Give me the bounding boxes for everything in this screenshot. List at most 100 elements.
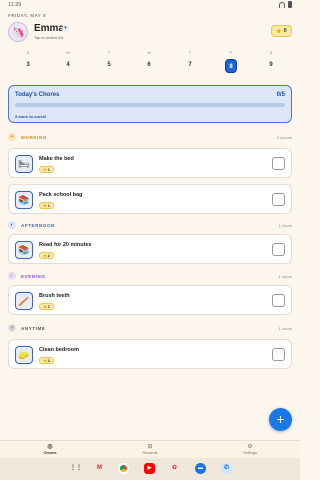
day-letter: S xyxy=(26,50,30,55)
section-count: 1 chore xyxy=(278,223,292,228)
day-number: 5 xyxy=(107,62,111,68)
points-value: 2 xyxy=(47,253,50,258)
chore-card[interactable]: 📚 Pack school bag ★ 1 xyxy=(8,184,292,214)
day-letter: T xyxy=(188,50,192,55)
day-number: 7 xyxy=(188,62,192,68)
chore-points: ★ 1 xyxy=(39,166,54,173)
afternoon-sun-icon: ◐ xyxy=(8,221,16,229)
gear-icon: ⚙ xyxy=(247,444,253,450)
section-anytime: ◷ ANYTIME 1 chore xyxy=(8,324,292,334)
day-letter: M xyxy=(66,50,70,55)
app-drawer-icon[interactable]: ⋮⋮ xyxy=(70,463,82,474)
chore-card[interactable]: 🪥 Brush teeth ★ 1 xyxy=(8,285,292,315)
day-fri-selected[interactable]: F8 xyxy=(224,50,238,74)
today-count: 0/5 xyxy=(276,92,285,98)
today-progress-bar xyxy=(15,103,285,107)
chore-card[interactable]: 🧽 Clean bedroom ★ 3 xyxy=(8,339,292,369)
date-line: FRIDAY, MAY 8 xyxy=(8,13,47,18)
chore-card[interactable]: 📚 Read for 20 minutes ★ 2 xyxy=(8,234,292,264)
day-letter: F xyxy=(229,50,233,55)
star-icon: ★ xyxy=(43,203,47,208)
chore-card[interactable]: 🛏 Make the bed ★ 1 xyxy=(8,148,292,178)
section-count: 1 chore xyxy=(278,326,292,331)
day-number: 8 xyxy=(225,59,237,73)
day-number: 9 xyxy=(269,62,273,68)
nav-rewards[interactable]: ⊞ Rewards xyxy=(130,443,170,455)
kid-name[interactable]: Emma xyxy=(34,23,64,34)
section-label: AFTERNOON xyxy=(21,223,55,228)
add-chore-button[interactable]: + xyxy=(269,408,292,431)
today-more-text: 5 more to crush! xyxy=(15,114,47,119)
chore-checkbox[interactable] xyxy=(272,243,285,256)
star-icon: ★ xyxy=(43,253,47,258)
section-evening: ☾ EVENING 1 chore xyxy=(8,272,292,282)
chevron-down-icon[interactable]: ▾ xyxy=(62,25,69,32)
chore-checkbox[interactable] xyxy=(272,157,285,170)
star-count: 0 xyxy=(283,28,287,34)
chore-points: ★ 1 xyxy=(39,202,54,209)
nav-label: Rewards xyxy=(142,451,158,455)
sponge-icon: 🧽 xyxy=(15,346,33,364)
phone-icon[interactable]: ✆ xyxy=(221,463,232,474)
day-number: 3 xyxy=(26,62,30,68)
chore-points: ★ 2 xyxy=(39,252,54,259)
day-thu[interactable]: T7 xyxy=(183,50,197,74)
nav-settings[interactable]: ⚙ Settings xyxy=(230,443,270,455)
chore-name: Make the bed xyxy=(39,156,74,162)
avatar[interactable]: 🦄 xyxy=(8,22,28,42)
chore-checkbox[interactable] xyxy=(272,348,285,361)
section-morning: ☀ MORNING 2 chores xyxy=(8,133,292,143)
chrome-icon[interactable] xyxy=(118,463,129,474)
system-dock: ⋮⋮ M ▶ ✿ ▬ ✆ xyxy=(0,458,300,480)
section-label: EVENING xyxy=(21,274,46,279)
moon-icon: ☾ xyxy=(8,272,16,280)
star-icon: ★ xyxy=(276,28,282,35)
star-balance[interactable]: ★ 0 xyxy=(271,25,292,37)
chore-name: Brush teeth xyxy=(39,293,70,299)
nav-label: Chores xyxy=(43,451,57,455)
day-letter: S xyxy=(269,50,273,55)
week-strip: S3 M4 T5 W6 T7 F8 S9 xyxy=(8,50,292,76)
gmail-icon[interactable]: M xyxy=(94,463,105,474)
bed-icon: 🛏 xyxy=(15,155,33,173)
section-label: ANYTIME xyxy=(21,326,46,331)
chore-points: ★ 3 xyxy=(39,357,54,364)
photos-icon[interactable]: ✿ xyxy=(169,463,180,474)
chore-name: Pack school bag xyxy=(39,192,83,198)
star-icon: ★ xyxy=(43,358,47,363)
points-value: 3 xyxy=(47,358,50,363)
section-afternoon: ◐ AFTERNOON 1 chore xyxy=(8,221,292,231)
youtube-icon[interactable]: ▶ xyxy=(144,463,155,474)
profile-header[interactable]: 🦄 Emma ▾ Tap to switch kid ★ 0 xyxy=(8,22,292,46)
books-icon: 📚 xyxy=(15,191,33,209)
switch-kid-hint: Tap to switch kid xyxy=(34,35,64,40)
day-sat[interactable]: S9 xyxy=(264,50,278,74)
day-letter: T xyxy=(107,50,111,55)
nav-chores[interactable]: ◎ Chores xyxy=(30,443,70,455)
sun-icon: ☀ xyxy=(8,133,16,141)
points-value: 1 xyxy=(47,203,50,208)
gift-icon: ⊞ xyxy=(147,444,153,450)
day-tue[interactable]: T5 xyxy=(102,50,116,74)
points-value: 1 xyxy=(47,167,50,172)
day-sun[interactable]: S3 xyxy=(21,50,35,74)
chore-checkbox[interactable] xyxy=(272,294,285,307)
day-number: 6 xyxy=(147,62,151,68)
star-icon: ★ xyxy=(43,167,47,172)
clock-icon: ◷ xyxy=(8,324,16,332)
status-bar: 11:29 xyxy=(0,0,300,10)
chore-checkbox[interactable] xyxy=(272,193,285,206)
chore-points: ★ 1 xyxy=(39,303,54,310)
day-letter: W xyxy=(147,50,151,55)
check-circle-icon: ◎ xyxy=(47,444,53,450)
messages-icon[interactable]: ▬ xyxy=(195,463,206,474)
section-label: MORNING xyxy=(21,135,47,140)
day-mon[interactable]: M4 xyxy=(61,50,75,74)
day-wed[interactable]: W6 xyxy=(142,50,156,74)
books-icon: 📚 xyxy=(15,241,33,259)
status-time: 11:29 xyxy=(8,2,22,8)
nav-label: Settings xyxy=(243,451,257,455)
battery-icon xyxy=(288,1,292,8)
toothbrush-icon: 🪥 xyxy=(15,292,33,310)
section-count: 1 chore xyxy=(278,274,292,279)
